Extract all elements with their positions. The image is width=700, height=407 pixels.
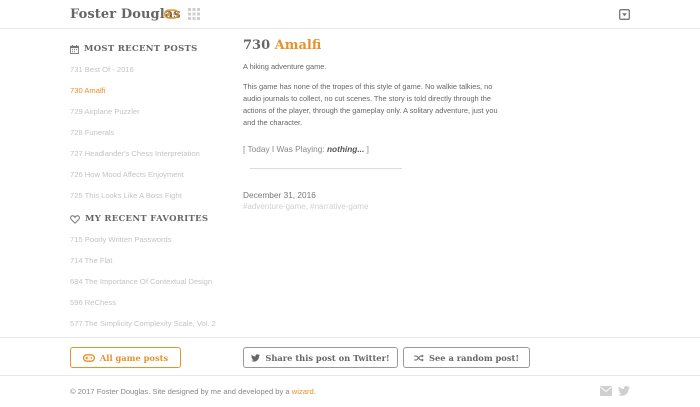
favorites-heading: MY RECENT FAVORITES — [70, 212, 240, 226]
recent-posts-heading-label: MOST RECENT POSTS — [84, 44, 198, 54]
action-bar: All game posts Share this post on Twitte… — [0, 337, 700, 376]
favorite-post-link[interactable]: 684 The Importance Of Contextual Design — [70, 275, 240, 296]
gamepad-icon[interactable] — [164, 9, 179, 19]
all-game-posts-label: All game posts — [99, 352, 169, 363]
recent-post-link[interactable]: 726 How Mood Affects Enjoyment — [70, 168, 240, 189]
footer-copyright: © 2017 Foster Douglas. Site designed by … — [70, 387, 316, 396]
favorites-heading-label: MY RECENT FAVORITES — [85, 214, 209, 224]
now-playing: [ Today I Was Playing: nothing... ] — [243, 144, 503, 154]
menu-dropdown-icon[interactable] — [619, 9, 630, 20]
twitter-icon — [251, 353, 261, 362]
random-post-label: See a random post! — [429, 352, 519, 363]
footer-text: © 2017 Foster Douglas. Site designed by … — [70, 387, 292, 396]
recent-posts-heading: MOST RECENT POSTS — [70, 42, 240, 56]
sidebar: MOST RECENT POSTS 731 Best Of - 2016 730… — [70, 42, 240, 338]
recent-post-link-active[interactable]: 730 Amalfi — [70, 84, 240, 105]
favorites-list: 715 Poorly Written Passwords 714 The Fla… — [70, 233, 240, 338]
heart-icon — [70, 214, 80, 224]
post-subtitle: A hiking adventure game. — [243, 62, 327, 71]
share-twitter-label: Share this post on Twitter! — [265, 352, 390, 363]
favorite-post-link[interactable]: 577 The Simplicity Complexity Scale, Vol… — [70, 317, 240, 338]
now-playing-prefix: [ Today I Was Playing: — [243, 144, 327, 154]
recent-post-link[interactable]: 729 Airplane Puzzler — [70, 105, 240, 126]
recent-post-link[interactable]: 727 Headlander's Chess Interpretation — [70, 147, 240, 168]
twitter-icon[interactable] — [618, 386, 630, 396]
favorite-post-link[interactable]: 715 Poorly Written Passwords — [70, 233, 240, 254]
mail-icon[interactable] — [600, 386, 612, 396]
post-date: December 31, 2016 — [243, 190, 316, 200]
all-game-posts-button[interactable]: All game posts — [70, 347, 181, 368]
post-tags[interactable]: #adventure-game, #narrative-game — [243, 202, 503, 211]
share-twitter-button[interactable]: Share this post on Twitter! — [243, 347, 398, 368]
post-title: 730 Amalfi — [243, 38, 503, 53]
recent-post-link[interactable]: 725 This Looks Like A Boss Fight — [70, 189, 240, 210]
gamepad-icon — [82, 353, 95, 362]
recent-posts-list: 731 Best Of - 2016 730 Amalfi 729 Airpla… — [70, 63, 240, 210]
now-playing-suffix: ] — [364, 144, 369, 154]
favorite-post-link[interactable]: 714 The Flat — [70, 254, 240, 275]
footer-end: . — [313, 387, 316, 396]
post-body: This game has none of the tropes of this… — [243, 82, 498, 127]
post-content: 730 Amalfi A hiking adventure game. This… — [243, 38, 503, 211]
post-number: 730 — [243, 38, 271, 53]
post-title-link[interactable]: Amalfi — [275, 38, 322, 53]
footer-wizard-link[interactable]: wizard — [292, 387, 314, 396]
recent-post-link[interactable]: 731 Best Of - 2016 — [70, 63, 240, 84]
random-post-button[interactable]: See a random post! — [403, 347, 530, 368]
calendar-icon — [70, 44, 79, 54]
shuffle-icon — [414, 353, 424, 362]
favorite-post-link[interactable]: 596 ReChess — [70, 296, 240, 317]
site-header: Foster Douglas — [0, 0, 700, 29]
recent-post-link[interactable]: 728 Funerals — [70, 126, 240, 147]
now-playing-game: nothing... — [326, 144, 365, 154]
divider — [250, 168, 402, 169]
grid-icon[interactable] — [188, 8, 200, 20]
